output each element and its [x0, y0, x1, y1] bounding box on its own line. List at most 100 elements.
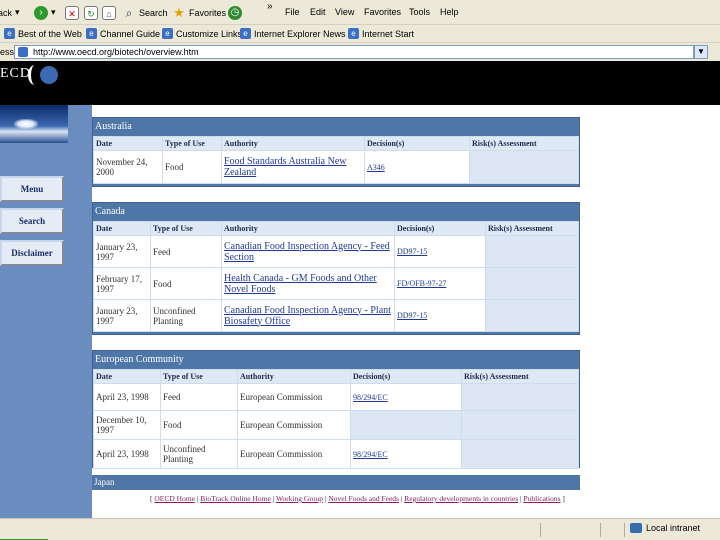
intranet-globe-icon — [630, 523, 642, 533]
link-ie-news[interactable]: e Internet Explorer News — [240, 28, 346, 39]
forward-arrow-icon: › — [34, 5, 48, 20]
security-zone: Local intranet — [630, 523, 700, 533]
cell-risk — [486, 300, 578, 331]
left-navigation: Menu Search Disclaimer — [0, 105, 92, 518]
cell-date: February 17, 1997 — [94, 268, 150, 299]
link-best-of-web[interactable]: e Best of the Web — [4, 28, 82, 39]
decision-link[interactable]: DD97-15 — [395, 300, 485, 331]
home-button[interactable]: ⌂ — [102, 4, 116, 21]
home-icon: ⌂ — [102, 5, 116, 20]
link-internet-start[interactable]: e Internet Start — [348, 28, 414, 39]
toolbar-overflow-chevron[interactable]: » — [267, 1, 273, 12]
oecd-logo-text: ECD — [0, 66, 31, 81]
history-icon: ◷ — [228, 5, 242, 20]
search-button[interactable]: ⌕ Search — [122, 4, 168, 21]
footer-link-regulatory[interactable]: Regulatory developments in countries — [404, 494, 518, 503]
address-dropdown-button[interactable]: ▼ — [694, 45, 708, 59]
footer-link-novel-foods[interactable]: Novel Foods and Feeds — [328, 494, 399, 503]
section-body: Date Type of Use Authority Decision(s) R… — [93, 221, 579, 332]
approvals-table: Date Type of Use Authority Decision(s) R… — [93, 221, 579, 332]
favorites-button[interactable]: ★ Favorites — [172, 4, 226, 21]
table-header-row: Date Type of Use Authority Decision(s) R… — [94, 137, 578, 150]
zone-label: Local intranet — [646, 523, 701, 533]
decision-link[interactable]: FD/OFB-97-27 — [395, 268, 485, 299]
table-row: April 23, 1998 Unconfined Planting Europ… — [94, 440, 578, 468]
section-body: Date Type of Use Authority Decision(s) R… — [93, 136, 579, 184]
cell-risk — [462, 384, 578, 410]
cell-date: January 23, 1997 — [94, 236, 150, 267]
footer: [ OECD Home | BioTrack Online Home | Wor… — [92, 490, 720, 518]
cell-risk — [462, 440, 578, 468]
cell-type: Feed — [151, 236, 221, 267]
menu-favorites[interactable]: Favorites — [364, 7, 401, 17]
col-risk-assessment: Risk(s) Assessment — [486, 222, 578, 235]
cell-date: December 10, 1997 — [94, 411, 160, 439]
ie-page-icon: e — [4, 28, 15, 39]
decision-link[interactable]: A346 — [365, 151, 469, 183]
link-customize-links[interactable]: e Customize Links — [162, 28, 242, 39]
nav-menu-button[interactable]: Menu — [0, 176, 64, 202]
col-risk-assessment: Risk(s) Assessment — [470, 137, 578, 150]
section-european-community: European Community Date Type of Use Auth… — [92, 350, 580, 469]
table-row: April 23, 1998 Feed European Commission … — [94, 384, 578, 410]
oecd-logo-globe-icon — [40, 66, 58, 84]
cell-authority: European Commission — [238, 411, 350, 439]
ie-page-icon: e — [162, 28, 173, 39]
authority-link[interactable]: Canadian Food Inspection Agency - Feed S… — [222, 236, 394, 267]
footer-link-working-group[interactable]: Working Group — [276, 494, 323, 503]
authority-link[interactable]: Food Standards Australia New Zealand — [222, 151, 364, 183]
cell-type: Food — [161, 411, 237, 439]
nav-disclaimer-button[interactable]: Disclaimer — [0, 240, 64, 266]
col-decisions: Decision(s) — [395, 222, 485, 235]
col-date: Date — [94, 370, 160, 383]
sky-sun-glow — [14, 119, 38, 129]
ie-page-icon: e — [348, 28, 359, 39]
menu-file[interactable]: File — [285, 7, 300, 17]
footer-link-oecd-home[interactable]: OECD Home — [154, 494, 195, 503]
col-type-of-use: Type of Use — [151, 222, 221, 235]
ie-page-icon: e — [240, 28, 251, 39]
col-type-of-use: Type of Use — [161, 370, 237, 383]
link-label: Channel Guide — [100, 28, 161, 39]
stop-button[interactable]: ✕ — [65, 4, 79, 21]
cell-date: April 23, 1998 — [94, 440, 160, 468]
link-channel-guide[interactable]: e Channel Guide — [86, 28, 160, 39]
cell-risk — [486, 236, 578, 267]
menu-tools[interactable]: Tools — [409, 7, 430, 17]
cell-decision — [351, 411, 461, 439]
authority-link[interactable]: Canadian Food Inspection Agency - Plant … — [222, 300, 394, 331]
decision-link[interactable]: DD97-15 — [395, 236, 485, 267]
menu-view[interactable]: View — [335, 7, 354, 17]
footer-link-publications[interactable]: Publications — [523, 494, 560, 503]
status-divider — [624, 523, 625, 537]
menu-edit[interactable]: Edit — [310, 7, 326, 17]
col-date: Date — [94, 222, 150, 235]
decision-link[interactable]: 98/294/EC — [351, 384, 461, 410]
address-input[interactable]: http://www.oecd.org/biotech/overview.htm — [14, 45, 694, 59]
address-bar: ess http://www.oecd.org/biotech/overview… — [0, 43, 720, 61]
back-button[interactable]: Back ▾ — [0, 4, 20, 21]
history-button[interactable]: ◷ — [228, 4, 242, 21]
section-australia: Australia Date Type of Use Authority Dec… — [92, 117, 580, 187]
refresh-button[interactable]: ↻ — [84, 4, 98, 21]
link-label: Best of the Web — [18, 28, 82, 39]
search-icon: ⌕ — [125, 5, 133, 20]
nav-search-button[interactable]: Search — [0, 208, 64, 234]
back-dropdown-icon: ▾ — [15, 7, 20, 17]
menu-help[interactable]: Help — [440, 7, 459, 17]
refresh-icon: ↻ — [84, 5, 98, 20]
col-authority: Authority — [222, 222, 394, 235]
cell-date: April 23, 1998 — [94, 384, 160, 410]
col-decisions: Decision(s) — [351, 370, 461, 383]
forward-button[interactable]: › ▾ — [34, 4, 56, 21]
link-label: Internet Explorer News — [254, 28, 346, 39]
cell-authority: European Commission — [238, 384, 350, 410]
decision-link[interactable]: 98/294/EC — [351, 440, 461, 468]
status-divider — [540, 523, 541, 537]
authority-link[interactable]: Health Canada - GM Foods and Other Novel… — [222, 268, 394, 299]
cell-type: Unconfined Planting — [161, 440, 237, 468]
footer-link-biotrack-home[interactable]: BioTrack Online Home — [200, 494, 271, 503]
table-header-row: Date Type of Use Authority Decision(s) R… — [94, 222, 578, 235]
table-row: January 23, 1997 Unconfined Planting Can… — [94, 300, 578, 331]
cell-date: November 24, 2000 — [94, 151, 162, 183]
